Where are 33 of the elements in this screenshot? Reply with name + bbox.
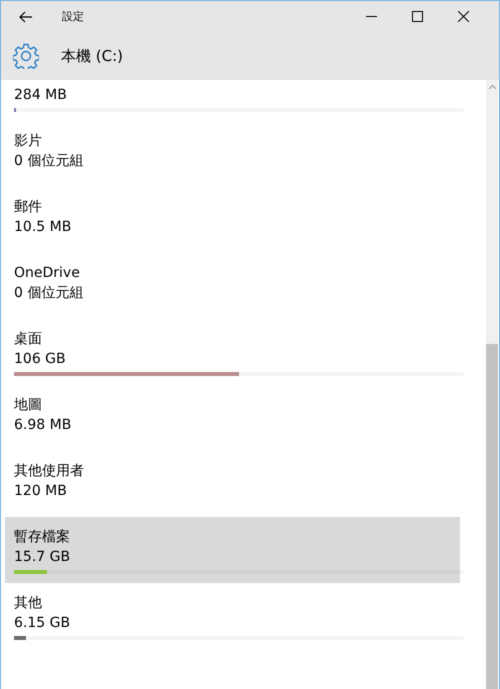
size-text: 0 個位元組 <box>14 284 84 303</box>
maximize-icon[interactable] <box>412 11 423 22</box>
storage-item[interactable]: OneDrive 0 個位元組 <box>5 253 460 319</box>
storage-item[interactable]: 284 MB <box>5 80 460 121</box>
category-label: 其他使用者 <box>14 462 84 481</box>
storage-item[interactable]: 郵件 10.5 MB <box>5 187 460 253</box>
size-text: 120 MB <box>14 482 67 501</box>
category-label: 影片 <box>14 132 42 151</box>
scrollbar[interactable] <box>486 80 498 689</box>
window-title: 設定 <box>62 9 84 24</box>
size-text: 106 GB <box>14 350 66 369</box>
category-label: 桌面 <box>14 330 42 349</box>
storage-item[interactable]: 其他 6.15 GB <box>5 583 460 649</box>
category-label: 郵件 <box>14 198 42 217</box>
storage-item[interactable]: 影片 0 個位元組 <box>5 121 460 187</box>
category-label: 地圖 <box>14 396 42 415</box>
back-icon[interactable] <box>19 10 33 22</box>
category-label: OneDrive <box>14 264 80 283</box>
storage-item[interactable]: 其他使用者 120 MB <box>5 451 460 517</box>
size-text: 10.5 MB <box>14 218 72 237</box>
storage-item[interactable]: 桌面 106 GB <box>5 319 460 385</box>
settings-icon <box>13 43 39 69</box>
size-text: 0 個位元組 <box>14 152 84 171</box>
size-text: 284 MB <box>14 86 67 105</box>
size-text: 6.15 GB <box>14 614 70 633</box>
storage-item[interactable]: 地圖 6.98 MB <box>5 385 460 451</box>
close-icon[interactable] <box>458 11 469 22</box>
category-label: 暫存檔案 <box>14 528 70 547</box>
page-title: 本機 (C:) <box>61 46 123 66</box>
category-label: 其他 <box>14 594 42 613</box>
size-text: 6.98 MB <box>14 416 72 435</box>
size-text: 15.7 GB <box>14 548 70 567</box>
scroll-thumb[interactable] <box>486 344 498 689</box>
